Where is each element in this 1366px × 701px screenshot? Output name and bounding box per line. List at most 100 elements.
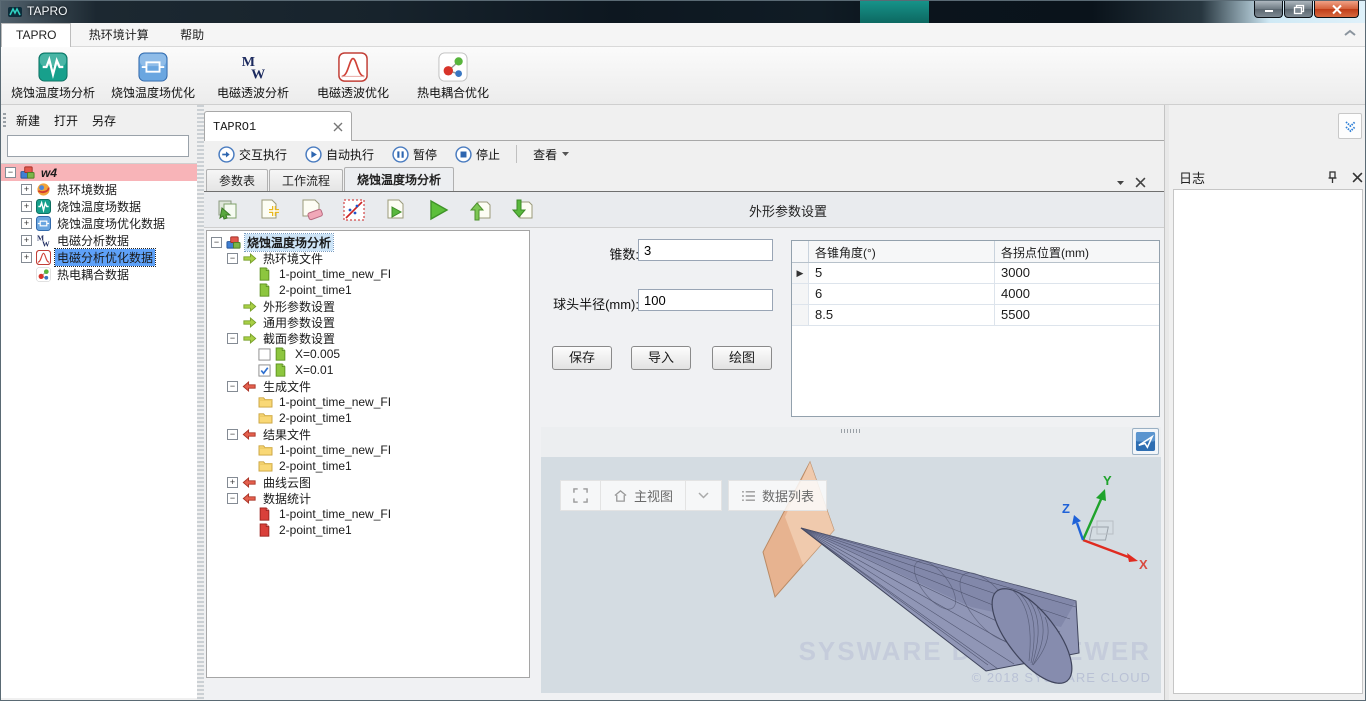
tree-item[interactable]: −生成文件 bbox=[207, 378, 529, 394]
run-doc-icon[interactable] bbox=[382, 196, 410, 224]
tree-expander-icon[interactable]: + bbox=[227, 477, 238, 488]
tree-item[interactable]: 外形参数设置 bbox=[207, 298, 529, 314]
left-splitter[interactable] bbox=[197, 105, 204, 701]
main-view-button[interactable]: 主视图 bbox=[600, 480, 686, 511]
project-filter-input[interactable] bbox=[7, 135, 189, 157]
checkbox-unchecked-icon[interactable] bbox=[258, 348, 271, 361]
new-button[interactable]: 新建 bbox=[11, 110, 45, 131]
cell-angle[interactable]: 5 bbox=[809, 263, 995, 283]
document-tab-tapro1[interactable]: TAPRO1 bbox=[204, 111, 352, 141]
tree-item[interactable]: +烧蚀温度场数据 bbox=[1, 198, 197, 215]
tree-expander-icon[interactable]: + bbox=[21, 235, 32, 246]
ribbon-button-ablation-optimize[interactable]: 烧蚀温度场优化 bbox=[103, 50, 203, 102]
fit-view-button[interactable] bbox=[560, 480, 601, 511]
play-icon[interactable] bbox=[424, 196, 452, 224]
plot-icon[interactable] bbox=[340, 196, 368, 224]
view-menu-button[interactable]: 查看 bbox=[527, 144, 576, 165]
cell-angle[interactable]: 6 bbox=[809, 284, 995, 304]
cell-position[interactable]: 5500 bbox=[995, 305, 1159, 325]
save-button[interactable]: 保存 bbox=[552, 346, 612, 370]
tree-item[interactable]: 1-point_time_new_FI bbox=[207, 266, 529, 282]
import-button[interactable]: 导入 bbox=[631, 346, 691, 370]
minimize-button[interactable] bbox=[1254, 1, 1283, 18]
cone-count-input[interactable] bbox=[638, 239, 773, 261]
upload-icon[interactable] bbox=[466, 196, 494, 224]
tree-expander-icon[interactable]: + bbox=[21, 201, 32, 212]
pin-icon[interactable] bbox=[1327, 171, 1338, 184]
tab-parameter-table[interactable]: 参数表 bbox=[206, 169, 268, 192]
pause-button[interactable]: 暂停 bbox=[386, 144, 443, 165]
horizontal-splitter[interactable] bbox=[541, 427, 1161, 457]
model-viewer[interactable]: X Y Z SYSWARE DATA VIEWER © 2018 SYSWARE… bbox=[541, 457, 1161, 693]
tab-workflow[interactable]: 工作流程 bbox=[269, 169, 343, 192]
menu-item-help[interactable]: 帮助 bbox=[166, 24, 218, 47]
cell-angle[interactable]: 8.5 bbox=[809, 305, 995, 325]
tree-item[interactable]: X=0.01 bbox=[207, 362, 529, 378]
tree-item[interactable]: +MW电磁分析数据 bbox=[1, 232, 197, 249]
auto-run-button[interactable]: 自动执行 bbox=[299, 144, 380, 165]
tree-expander-icon[interactable]: + bbox=[21, 218, 32, 229]
tree-item[interactable]: 1-point_time_new_FI bbox=[207, 506, 529, 522]
plot-button[interactable]: 绘图 bbox=[712, 346, 772, 370]
save-as-button[interactable]: 另存 bbox=[87, 110, 121, 131]
tree-expander-icon[interactable]: + bbox=[21, 252, 32, 263]
data-list-button[interactable]: 数据列表 bbox=[728, 480, 827, 511]
ribbon-button-ablation-analysis[interactable]: 烧蚀温度场分析 bbox=[3, 50, 103, 102]
tree-item[interactable]: −热环境文件 bbox=[207, 250, 529, 266]
stop-button[interactable]: 停止 bbox=[449, 144, 506, 165]
tree-item[interactable]: 2-point_time1 bbox=[207, 282, 529, 298]
tree-item[interactable]: 通用参数设置 bbox=[207, 314, 529, 330]
ribbon-button-em-analysis[interactable]: MW 电磁透波分析 bbox=[203, 50, 303, 102]
nose-radius-input[interactable] bbox=[638, 289, 773, 311]
tree-expander-icon[interactable]: − bbox=[5, 167, 16, 178]
tree-item[interactable]: +热环境数据 bbox=[1, 181, 197, 198]
toolbar-grip[interactable] bbox=[3, 113, 6, 129]
table-row[interactable]: ▶53000 bbox=[792, 263, 1159, 284]
erase-icon[interactable] bbox=[298, 196, 326, 224]
tree-item[interactable]: 热电耦合数据 bbox=[1, 266, 197, 283]
tree-item[interactable]: 2-point_time1 bbox=[207, 410, 529, 426]
tree-item[interactable]: −截面参数设置 bbox=[207, 330, 529, 346]
cell-position[interactable]: 3000 bbox=[995, 263, 1159, 283]
tree-expander-icon[interactable]: − bbox=[227, 429, 238, 440]
interactive-run-button[interactable]: 交互执行 bbox=[212, 144, 293, 165]
splitter-handle[interactable] bbox=[841, 429, 861, 433]
tree-expander-icon[interactable]: − bbox=[227, 493, 238, 504]
show-tabs-button[interactable] bbox=[1338, 113, 1362, 139]
tree-item[interactable]: +电磁分析优化数据 bbox=[1, 249, 197, 266]
menu-item-thermal-env[interactable]: 热环境计算 bbox=[75, 24, 163, 47]
view-dropdown-button[interactable] bbox=[685, 480, 722, 511]
tree-expander-icon[interactable]: − bbox=[227, 381, 238, 392]
add-doc-icon[interactable] bbox=[256, 196, 284, 224]
tree-item[interactable]: −烧蚀温度场分析 bbox=[207, 234, 529, 250]
tree-item[interactable]: −数据统计 bbox=[207, 490, 529, 506]
viewer-launch-button[interactable] bbox=[1132, 428, 1159, 455]
tree-expander-icon[interactable]: − bbox=[227, 333, 238, 344]
tab-close-icon[interactable] bbox=[333, 122, 343, 132]
cell-position[interactable]: 4000 bbox=[995, 284, 1159, 304]
tab-list-icon[interactable] bbox=[1116, 180, 1125, 186]
table-row[interactable]: 64000 bbox=[792, 284, 1159, 305]
ribbon-button-em-optimize[interactable]: 电磁透波优化 bbox=[303, 50, 403, 102]
tab-ablation-analysis[interactable]: 烧蚀温度场分析 bbox=[344, 167, 454, 192]
tree-item[interactable]: 2-point_time1 bbox=[207, 458, 529, 474]
close-panel-icon[interactable] bbox=[1352, 172, 1363, 183]
tree-item[interactable]: X=0.005 bbox=[207, 346, 529, 362]
restore-button[interactable] bbox=[1284, 1, 1313, 18]
tree-item[interactable]: −结果文件 bbox=[207, 426, 529, 442]
tree-item[interactable]: 1-point_time_new_FI bbox=[207, 442, 529, 458]
tree-item[interactable]: +曲线云图 bbox=[207, 474, 529, 490]
log-content[interactable] bbox=[1173, 189, 1363, 694]
tree-expander-icon[interactable]: − bbox=[211, 237, 222, 248]
checkbox-checked-icon[interactable] bbox=[258, 364, 271, 377]
menu-item-tapro[interactable]: TAPRO bbox=[1, 23, 71, 47]
tree-item[interactable]: 2-point_time1 bbox=[207, 522, 529, 538]
tree-expander-icon[interactable]: + bbox=[21, 184, 32, 195]
tree-expander-icon[interactable]: − bbox=[227, 253, 238, 264]
tree-item[interactable]: 1-point_time_new_FI bbox=[207, 394, 529, 410]
tree-item[interactable]: +烧蚀温度场优化数据 bbox=[1, 215, 197, 232]
tab-close-icon[interactable] bbox=[1135, 177, 1146, 188]
import-icon[interactable] bbox=[214, 196, 242, 224]
table-row[interactable]: 8.55500 bbox=[792, 305, 1159, 326]
tree-item[interactable]: −w4 bbox=[1, 164, 197, 181]
